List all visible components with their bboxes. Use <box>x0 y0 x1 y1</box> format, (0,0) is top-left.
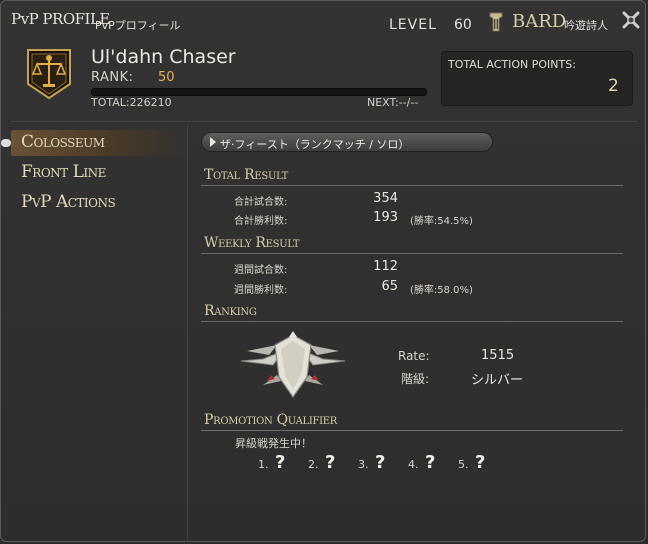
promotion-slot-number: 1. <box>258 458 269 471</box>
section-divider <box>201 253 623 254</box>
section-divider <box>201 185 623 186</box>
promotion-slot-unknown: ? <box>425 452 436 473</box>
scroll-handle[interactable] <box>1 139 11 147</box>
player-name: Ul'dahn Chaser <box>91 46 236 68</box>
sidebar-item-front-line[interactable]: Front Line <box>21 162 106 182</box>
exp-progress-bar <box>91 88 427 96</box>
tier-value: シルバー <box>471 373 524 388</box>
section-divider <box>201 321 623 322</box>
close-icon[interactable] <box>621 10 641 30</box>
sidebar-divider <box>187 125 188 539</box>
promotion-slot-number: 4. <box>408 458 419 471</box>
level-value: 60 <box>454 17 472 33</box>
pvp-profile-window: PvP PROFILE PvPプロフィール LEVEL 60 BARD 吟遊詩人… <box>0 0 646 542</box>
bard-job-icon <box>489 12 503 32</box>
sidebar-item-pvp-actions[interactable]: PvP Actions <box>21 192 116 212</box>
promotion-status: 昇級戦発生中！ <box>235 437 312 450</box>
title-bar[interactable]: PvP PROFILE PvPプロフィール LEVEL 60 BARD 吟遊詩人 <box>1 1 647 41</box>
triangle-right-icon <box>210 137 216 147</box>
rank-value: 50 <box>158 70 175 85</box>
promotion-slot-unknown: ? <box>375 452 386 473</box>
mode-select-dropdown[interactable]: ザ·フィースト（ランクマッチ / ソロ） <box>201 132 493 152</box>
total-matches-value: 354 <box>373 191 398 206</box>
promotion-slot-unknown: ? <box>275 452 286 473</box>
tier-label: 階級: <box>401 372 430 386</box>
ranking-title: Ranking <box>204 303 257 319</box>
header-divider <box>11 121 637 122</box>
grand-company-emblem-icon <box>27 49 71 100</box>
weekly-win-rate: (勝率:58.0%) <box>410 285 473 296</box>
promotion-slot-unknown: ? <box>475 452 486 473</box>
weekly-result-title: Weekly Result <box>204 235 300 251</box>
total-result-title: Total Result <box>204 167 288 183</box>
action-points-label: TOTAL ACTION POINTS: <box>448 58 576 71</box>
total-matches-label: 合計試合数: <box>234 197 288 208</box>
silver-tier-emblem-icon <box>240 331 346 399</box>
total-win-rate: (勝率:54.5%) <box>410 216 473 227</box>
total-wins-label: 合計勝利数: <box>234 216 288 227</box>
weekly-wins-value: 65 <box>381 279 398 294</box>
job-name-jp: 吟遊詩人 <box>564 19 608 32</box>
rate-value: 1515 <box>481 348 515 363</box>
total-wins-value: 193 <box>373 210 398 225</box>
mode-select-value: ザ·フィースト（ランクマッチ / ソロ） <box>220 138 410 151</box>
weekly-matches-value: 112 <box>373 259 398 274</box>
promotion-slot-number: 5. <box>458 458 469 471</box>
sidebar-item-colosseum[interactable]: Colosseum <box>21 132 105 152</box>
total-exp: TOTAL:226210 <box>91 96 172 109</box>
section-divider <box>201 430 623 431</box>
rate-label: Rate: <box>398 349 430 363</box>
job-name: BARD <box>512 11 567 32</box>
weekly-wins-label: 週間勝利数: <box>234 285 288 296</box>
promotion-slot-number: 2. <box>308 458 319 471</box>
promotion-slot-number: 3. <box>358 458 369 471</box>
window-subtitle: PvPプロフィール <box>95 19 181 32</box>
level-label: LEVEL <box>389 17 437 33</box>
weekly-matches-label: 週間試合数: <box>234 265 288 276</box>
promotion-title: Promotion Qualifier <box>204 412 338 428</box>
rank-label: RANK: <box>91 70 134 85</box>
action-points-value: 2 <box>608 76 619 96</box>
next-exp: NEXT:--/-- <box>367 96 419 109</box>
promotion-slot-unknown: ? <box>325 452 336 473</box>
